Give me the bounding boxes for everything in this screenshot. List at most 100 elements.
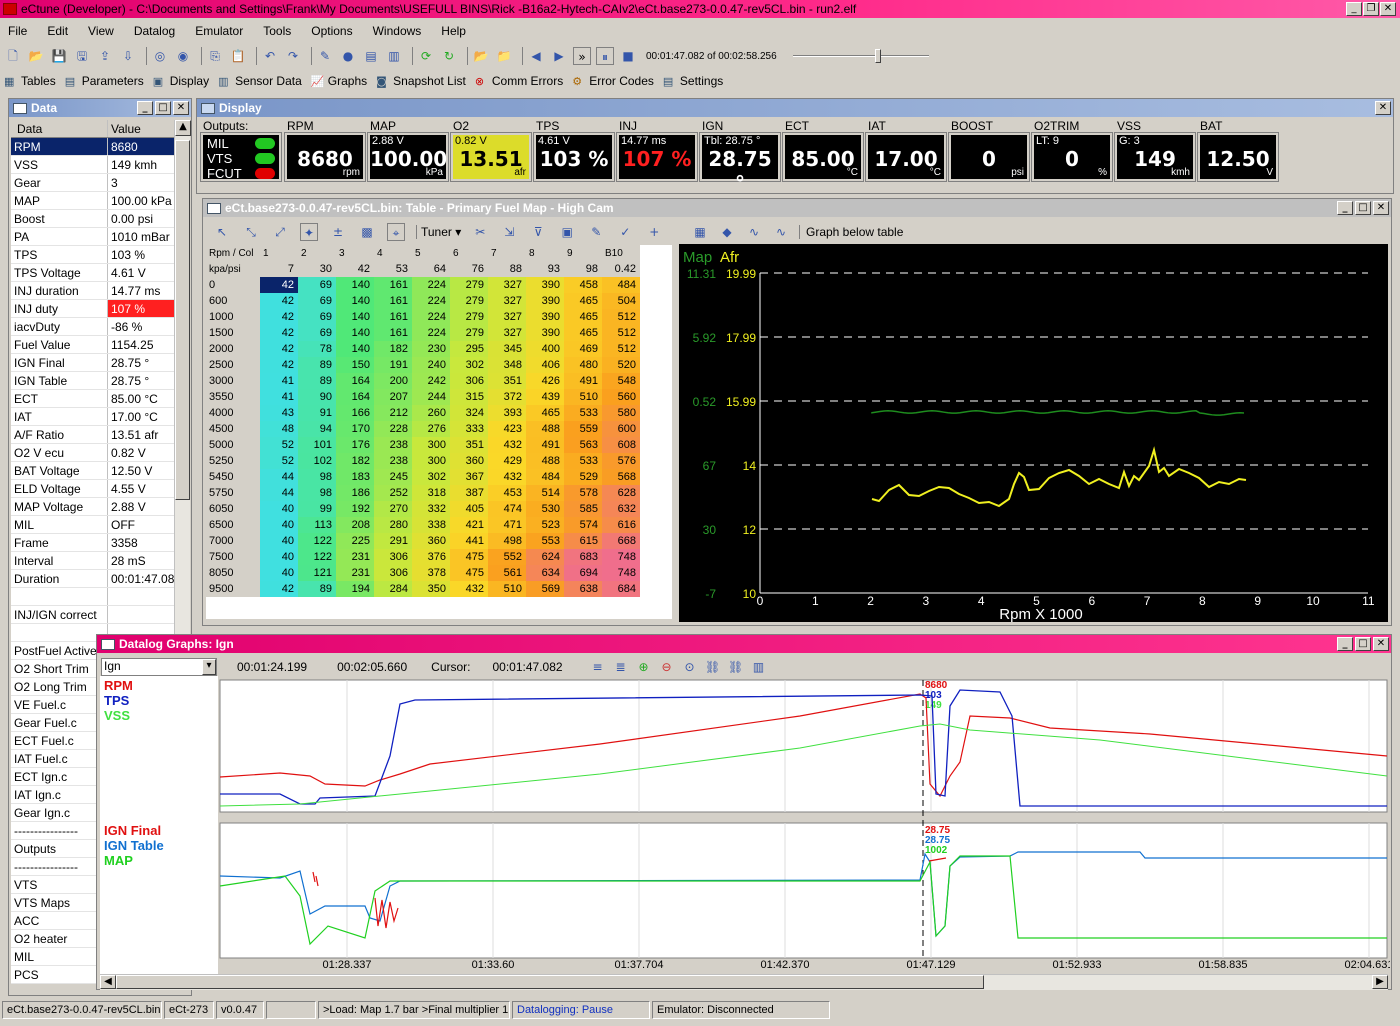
table-cell[interactable]: 471	[488, 517, 526, 533]
menu-file[interactable]: File	[8, 24, 27, 38]
menu-options[interactable]: Options	[311, 24, 352, 38]
table-cell[interactable]: 69	[298, 277, 336, 293]
table-cell[interactable]: 291	[374, 533, 412, 549]
table-cell[interactable]: 140	[336, 277, 374, 293]
graph-mode-icon[interactable]: ∿	[772, 223, 790, 241]
table-cell[interactable]: 140	[336, 309, 374, 325]
table-cell[interactable]: 465	[526, 405, 564, 421]
close-button[interactable]: ✕	[1380, 2, 1396, 16]
table-cell[interactable]: 40	[260, 501, 298, 517]
table-cell[interactable]: 94	[298, 421, 336, 437]
copy-icon[interactable]: ⎘	[206, 47, 224, 65]
interpolate-icon[interactable]: ⤡	[242, 223, 260, 241]
table-cell[interactable]: 42	[260, 357, 298, 373]
table-cell[interactable]: 276	[412, 421, 450, 437]
tuner-dropdown[interactable]: Tuner ▾	[416, 225, 465, 239]
table-cell[interactable]: 192	[336, 501, 374, 517]
table-cell[interactable]: 52	[260, 453, 298, 469]
table-cell[interactable]: 91	[298, 405, 336, 421]
table-cell[interactable]: 183	[336, 469, 374, 485]
graph-type-icon[interactable]: ∿	[745, 223, 763, 241]
display-close-button[interactable]: ✕	[1375, 101, 1391, 115]
select-icon[interactable]: ↖	[213, 223, 231, 241]
table-cell[interactable]: 228	[374, 421, 412, 437]
menu-datalog[interactable]: Datalog	[134, 24, 175, 38]
data-row[interactable]: Fuel Value 1154.25	[11, 336, 174, 354]
col-kpa[interactable]: 0.42	[602, 261, 640, 277]
table-cell[interactable]: 552	[488, 549, 526, 565]
table-cell[interactable]: 351	[450, 437, 488, 453]
tools-icon[interactable]: ✂	[471, 223, 489, 241]
data-row[interactable]: Boost 0.00 psi	[11, 210, 174, 228]
table-cell[interactable]: 89	[298, 373, 336, 389]
table-cell[interactable]: 429	[488, 453, 526, 469]
value-col-header[interactable]: Value	[108, 120, 174, 137]
table-cell[interactable]: 279	[450, 293, 488, 309]
col-kpa[interactable]: 76	[450, 261, 488, 277]
table-cell[interactable]: 441	[450, 533, 488, 549]
table-cell[interactable]: 458	[564, 277, 602, 293]
table-cell[interactable]: 421	[450, 517, 488, 533]
pause-icon[interactable]: ⏸	[596, 47, 614, 65]
table-cell[interactable]: 327	[488, 277, 526, 293]
table-cell[interactable]: 488	[526, 453, 564, 469]
minimize-button[interactable]: _	[1346, 2, 1362, 16]
col-kpa[interactable]: 98	[564, 261, 602, 277]
table-cell[interactable]: 279	[450, 277, 488, 293]
table-cell[interactable]: 161	[374, 293, 412, 309]
table-cell[interactable]: 360	[412, 533, 450, 549]
table-cell[interactable]: 194	[336, 581, 374, 597]
edit-icon[interactable]: ✎	[587, 223, 605, 241]
align-right-icon[interactable]: ≣	[612, 658, 630, 676]
data-row[interactable]: IAT 17.00 °C	[11, 408, 174, 426]
table-cell[interactable]: 40	[260, 565, 298, 581]
table-cell[interactable]: 400	[526, 341, 564, 357]
table-cell[interactable]: 512	[602, 325, 640, 341]
table-cell[interactable]: 616	[602, 517, 640, 533]
table-cell[interactable]: 327	[488, 293, 526, 309]
scroll-left-arrow[interactable]: ◀	[100, 975, 116, 989]
table-cell[interactable]: 327	[488, 325, 526, 341]
data-row[interactable]: BAT Voltage 12.50 V	[11, 462, 174, 480]
table-cell[interactable]: 306	[450, 373, 488, 389]
table-cell[interactable]: 231	[336, 565, 374, 581]
row-rpm[interactable]: 7000	[206, 533, 260, 549]
table-cell[interactable]: 186	[336, 485, 374, 501]
table-cell[interactable]: 510	[488, 581, 526, 597]
data-row[interactable]: ECT 85.00 °C	[11, 390, 174, 408]
table-cell[interactable]: 42	[260, 341, 298, 357]
table-cell[interactable]: 439	[526, 389, 564, 405]
table-cell[interactable]: 224	[412, 325, 450, 341]
col-index[interactable]: 4	[374, 245, 412, 261]
fuel-table-grid[interactable]: Rpm / Col 1 2 3 4 5 6 7 8 9 B10 kpa/psi 7 30 42 53 64 76 8…	[206, 245, 640, 597]
table-cell[interactable]: 512	[602, 341, 640, 357]
table-cell[interactable]: 69	[298, 309, 336, 325]
table-cell[interactable]: 40	[260, 517, 298, 533]
data-row[interactable]: IGN Table 28.75 °	[11, 372, 174, 390]
table-cell[interactable]: 42	[260, 309, 298, 325]
table-cell[interactable]: 140	[336, 341, 374, 357]
disk-icon[interactable]: ▤	[362, 47, 380, 65]
table-cell[interactable]: 504	[602, 293, 640, 309]
table-cell[interactable]: 694	[564, 565, 602, 581]
table-cell[interactable]: 530	[526, 501, 564, 517]
table-cell[interactable]: 332	[412, 501, 450, 517]
table-cell[interactable]: 207	[374, 389, 412, 405]
col-index[interactable]: 6	[450, 245, 488, 261]
table-cell[interactable]: 41	[260, 389, 298, 405]
table-cell[interactable]: 42	[260, 293, 298, 309]
table-close-button[interactable]: ✕	[1373, 201, 1389, 215]
row-rpm[interactable]: 1000	[206, 309, 260, 325]
table-cell[interactable]: 624	[526, 549, 564, 565]
table-cell[interactable]: 338	[412, 517, 450, 533]
table-cell[interactable]: 345	[488, 341, 526, 357]
view-icon[interactable]: ▣	[558, 223, 576, 241]
paste-icon[interactable]: 📋	[229, 47, 247, 65]
save-as-icon[interactable]: 🖫	[73, 47, 91, 65]
table-cell[interactable]: 333	[450, 421, 488, 437]
datalog-maximize-button[interactable]: □	[1355, 637, 1371, 651]
data-row[interactable]: O2 V ecu 0.82 V	[11, 444, 174, 462]
table-cell[interactable]: 615	[564, 533, 602, 549]
datalog-close-button[interactable]: ✕	[1373, 637, 1389, 651]
col-kpa[interactable]: 30	[298, 261, 336, 277]
